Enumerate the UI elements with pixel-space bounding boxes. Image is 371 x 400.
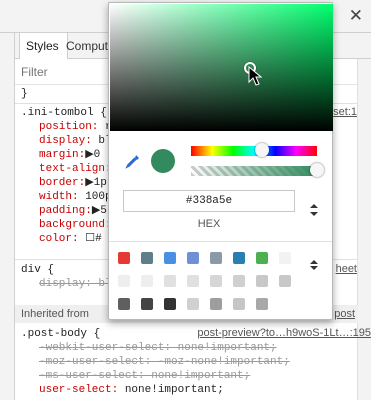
inherited-source-link[interactable]: post bbox=[334, 308, 355, 320]
palette-swatch[interactable] bbox=[141, 252, 153, 264]
palette-swatch[interactable] bbox=[118, 298, 130, 310]
palette-swatch[interactable] bbox=[164, 275, 176, 287]
hue-slider[interactable] bbox=[191, 143, 317, 157]
alpha-slider[interactable] bbox=[191, 163, 324, 177]
css-property: border: bbox=[39, 177, 86, 189]
css-property: text-align: bbox=[39, 163, 112, 175]
tab-styles[interactable]: Styles bbox=[19, 33, 68, 59]
palette-swatch[interactable] bbox=[118, 252, 130, 264]
current-color-swatch bbox=[151, 149, 175, 173]
palette-swatch[interactable] bbox=[279, 252, 291, 264]
palette-swatch[interactable] bbox=[210, 252, 222, 264]
css-property: padding: bbox=[39, 205, 92, 217]
alpha-slider-knob[interactable] bbox=[310, 163, 324, 177]
css-declaration[interactable]: position: r bbox=[39, 120, 112, 134]
div-rule-selector[interactable]: div { bbox=[21, 263, 54, 277]
css-declaration-overridden[interactable]: -webkit-user-select: none!important; bbox=[39, 341, 277, 355]
palette-swatch[interactable] bbox=[164, 298, 176, 310]
palette-swatch[interactable] bbox=[210, 275, 222, 287]
tab-computed[interactable]: Comput bbox=[66, 39, 108, 53]
palette-swatch[interactable] bbox=[233, 275, 245, 287]
palette-swatch[interactable] bbox=[164, 252, 176, 264]
css-declaration[interactable]: text-align: bbox=[39, 162, 112, 176]
palette-swatch[interactable] bbox=[187, 252, 199, 264]
palette-swatch[interactable] bbox=[256, 298, 268, 310]
css-property: color: bbox=[39, 233, 79, 245]
css-value: ▶0 bbox=[85, 149, 101, 161]
rule-close-brace: } bbox=[21, 88, 28, 100]
palette-switcher-icon[interactable] bbox=[309, 259, 319, 271]
css-value: ▶1p bbox=[85, 177, 107, 189]
eyedropper-icon[interactable] bbox=[125, 153, 141, 169]
css-value: ▶5 bbox=[91, 205, 107, 217]
hex-input[interactable]: #338a5e bbox=[123, 190, 295, 212]
css-value: 100p bbox=[78, 191, 112, 203]
left-gutter bbox=[0, 33, 14, 400]
palette-swatch[interactable] bbox=[141, 275, 153, 287]
css-declaration[interactable]: margin:▶0 bbox=[39, 148, 100, 162]
close-icon[interactable]: ✕ bbox=[349, 6, 363, 26]
css-property: margin: bbox=[39, 149, 86, 161]
css-declaration[interactable]: user-select: none!important; bbox=[39, 383, 224, 397]
css-property: display: bbox=[39, 278, 92, 290]
div-rule-source-link[interactable]: heet bbox=[336, 263, 357, 275]
post-body-source-link[interactable]: post-preview?to…h9woS-1Lt…:195 bbox=[197, 327, 371, 339]
hex-format-label: HEX bbox=[197, 218, 221, 230]
palette-swatch[interactable] bbox=[141, 298, 153, 310]
css-declaration[interactable]: display: bl bbox=[39, 134, 112, 148]
palette-swatch[interactable] bbox=[256, 252, 268, 264]
css-declaration[interactable]: color: ☐# bbox=[39, 232, 102, 246]
filter-input[interactable] bbox=[21, 64, 101, 80]
panel-scrollbar[interactable] bbox=[357, 59, 371, 400]
css-value: none!important; bbox=[118, 384, 224, 396]
css-declaration[interactable]: background: bbox=[39, 218, 112, 232]
css-declaration-overridden[interactable]: -moz-user-select: -moz-none!important; bbox=[39, 355, 290, 369]
css-declaration[interactable]: width: 100p bbox=[39, 190, 112, 204]
rule-source-link[interactable]: set:1 bbox=[333, 106, 357, 118]
post-body-selector[interactable]: .post-body { bbox=[21, 327, 100, 341]
mouse-cursor-icon bbox=[248, 66, 262, 86]
palette-swatch[interactable] bbox=[187, 275, 199, 287]
palette-swatch[interactable] bbox=[118, 275, 130, 287]
css-value: ☐# bbox=[78, 233, 102, 245]
css-property: background: bbox=[39, 219, 112, 231]
inherited-label: Inherited from bbox=[21, 308, 89, 320]
css-property: user-select: bbox=[39, 384, 119, 396]
palette-swatch[interactable] bbox=[233, 252, 245, 264]
css-declaration[interactable]: padding:▶5 bbox=[39, 204, 107, 218]
css-property: display: bbox=[39, 135, 92, 147]
rule-selector[interactable]: .ini-tombol { bbox=[21, 106, 107, 120]
palette-swatch[interactable] bbox=[233, 298, 245, 310]
css-property: position: bbox=[39, 121, 99, 133]
palette-swatch[interactable] bbox=[187, 298, 199, 310]
css-property: width: bbox=[39, 191, 79, 203]
palette-swatch[interactable] bbox=[279, 275, 291, 287]
palette-swatch[interactable] bbox=[256, 275, 268, 287]
css-declaration[interactable]: border:▶1p bbox=[39, 176, 107, 190]
format-toggle-icon[interactable] bbox=[309, 203, 319, 217]
saturation-value-area[interactable] bbox=[110, 4, 333, 131]
palette-swatch[interactable] bbox=[210, 298, 222, 310]
color-picker-popover: #338a5e HEX bbox=[108, 2, 333, 320]
css-declaration-overridden[interactable]: -ms-user-select: none!important; bbox=[39, 369, 250, 383]
hue-slider-knob[interactable] bbox=[254, 143, 269, 157]
css-declaration-overridden[interactable]: display: bl bbox=[39, 277, 112, 291]
divider bbox=[109, 241, 332, 242]
